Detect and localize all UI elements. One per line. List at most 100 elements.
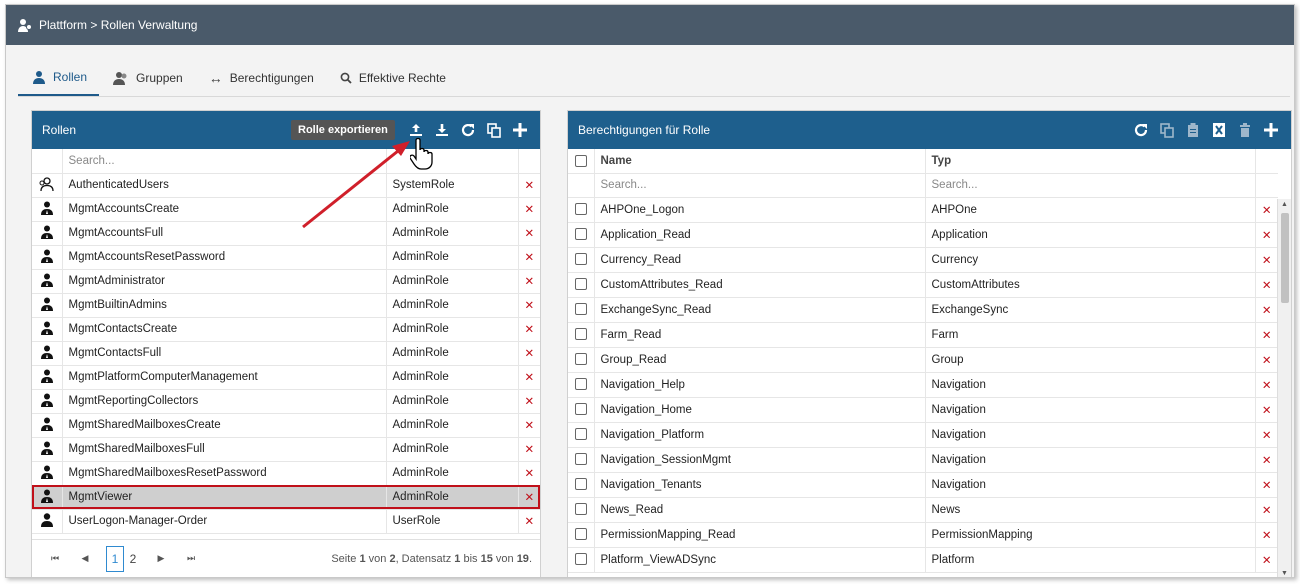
delete-permission-icon[interactable]: ✕ — [1255, 397, 1278, 423]
delete-role-icon[interactable]: ✕ — [518, 413, 540, 438]
delete-role-icon[interactable]: ✕ — [518, 317, 540, 342]
scrollbar-thumb[interactable] — [1281, 213, 1289, 303]
permission-row[interactable]: Group_Read Group ✕ — [568, 347, 1278, 373]
perm-name-search-input[interactable]: Search... — [594, 173, 926, 198]
delete-role-icon[interactable]: ✕ — [518, 173, 540, 198]
row-checkbox[interactable] — [574, 453, 587, 466]
row-checkbox[interactable] — [574, 428, 587, 441]
row-checkbox[interactable] — [574, 328, 587, 341]
tab-berechtigungen[interactable]: ↔ Berechtigungen — [195, 59, 326, 96]
row-checkbox[interactable] — [574, 528, 587, 541]
delete-role-icon[interactable]: ✕ — [518, 509, 540, 534]
role-row[interactable]: MgmtSharedMailboxesCreate AdminRole ✕ — [32, 413, 540, 438]
delete-role-icon[interactable]: ✕ — [518, 461, 540, 486]
delete-permission-icon[interactable]: ✕ — [1255, 297, 1278, 323]
delete-role-icon[interactable]: ✕ — [518, 365, 540, 390]
delete-permission-icon[interactable]: ✕ — [1255, 322, 1278, 348]
perm-copy-button[interactable] — [1157, 120, 1177, 140]
select-all-checkbox[interactable] — [574, 154, 587, 167]
role-row[interactable]: MgmtAdministrator AdminRole ✕ — [32, 269, 540, 294]
delete-role-icon[interactable]: ✕ — [518, 389, 540, 414]
scroll-down-icon[interactable]: ▼ — [1281, 570, 1288, 577]
permission-row[interactable]: Navigation_SessionMgmt Navigation ✕ — [568, 447, 1278, 473]
row-checkbox[interactable] — [574, 403, 587, 416]
row-checkbox[interactable] — [574, 203, 587, 216]
perm-type-search-input[interactable]: Search... — [925, 173, 1256, 198]
delete-permission-icon[interactable]: ✕ — [1255, 222, 1278, 248]
delete-permission-icon[interactable]: ✕ — [1255, 197, 1278, 223]
delete-role-icon[interactable]: ✕ — [518, 485, 540, 510]
permission-row[interactable]: AHPOne_Logon AHPOne ✕ — [568, 197, 1278, 223]
column-name-header[interactable]: Name — [594, 149, 926, 174]
permission-row[interactable]: CustomAttributes_Read CustomAttributes ✕ — [568, 272, 1278, 298]
delete-permission-icon[interactable]: ✕ — [1255, 547, 1278, 573]
role-row[interactable]: MgmtSharedMailboxesResetPassword AdminRol… — [32, 461, 540, 486]
permission-row[interactable]: PermissionMapping_Read PermissionMapping ✕ — [568, 522, 1278, 548]
perm-add-button[interactable] — [1261, 120, 1281, 140]
delete-role-icon[interactable]: ✕ — [518, 221, 540, 246]
permission-row[interactable]: News_Read News ✕ — [568, 497, 1278, 523]
copy-button[interactable] — [484, 120, 504, 140]
role-row[interactable]: MgmtViewer AdminRole ✕ — [32, 485, 540, 510]
first-page-icon[interactable]: ⏮ — [44, 553, 66, 564]
row-checkbox[interactable] — [574, 353, 587, 366]
role-search-input[interactable]: Search... — [62, 149, 387, 174]
delete-permission-icon[interactable]: ✕ — [1255, 247, 1278, 273]
delete-permission-icon[interactable]: ✕ — [1255, 372, 1278, 398]
permission-row[interactable]: Platform_ViewADSync Platform ✕ — [568, 547, 1278, 573]
page-1-button[interactable]: 1 — [106, 545, 124, 572]
perm-refresh-button[interactable] — [1131, 120, 1151, 140]
delete-role-icon[interactable]: ✕ — [518, 245, 540, 270]
perm-delete-button[interactable] — [1235, 120, 1255, 140]
delete-role-icon[interactable]: ✕ — [518, 293, 540, 318]
delete-permission-icon[interactable]: ✕ — [1255, 422, 1278, 448]
tab-effektive-rechte[interactable]: Effektive Rechte — [326, 59, 458, 96]
delete-permission-icon[interactable]: ✕ — [1255, 522, 1278, 548]
delete-permission-icon[interactable]: ✕ — [1255, 497, 1278, 523]
permission-row[interactable]: Navigation_Help Navigation ✕ — [568, 372, 1278, 398]
role-row[interactable]: MgmtContactsCreate AdminRole ✕ — [32, 317, 540, 342]
delete-role-icon[interactable]: ✕ — [518, 341, 540, 366]
permission-row[interactable]: Application_Read Application ✕ — [568, 222, 1278, 248]
role-row[interactable]: MgmtAccountsResetPassword AdminRole ✕ — [32, 245, 540, 270]
permission-row[interactable]: ExchangeSync_Read ExchangeSync ✕ — [568, 297, 1278, 323]
delete-role-icon[interactable]: ✕ — [518, 197, 540, 222]
tab-rollen[interactable]: Rollen — [18, 59, 100, 96]
row-checkbox[interactable] — [574, 253, 587, 266]
role-row[interactable]: MgmtReportingCollectors AdminRole ✕ — [32, 389, 540, 414]
scroll-up-icon[interactable]: ▲ — [1281, 201, 1288, 208]
add-role-button[interactable] — [510, 120, 530, 140]
row-checkbox[interactable] — [574, 278, 587, 291]
delete-permission-icon[interactable]: ✕ — [1255, 447, 1278, 473]
role-row[interactable]: UserLogon-Manager-Order UserRole ✕ — [32, 509, 540, 534]
row-checkbox[interactable] — [574, 228, 587, 241]
next-page-icon[interactable]: ▶ — [150, 553, 172, 564]
row-checkbox[interactable] — [574, 478, 587, 491]
role-row[interactable]: MgmtBuiltinAdmins AdminRole ✕ — [32, 293, 540, 318]
row-checkbox[interactable] — [574, 378, 587, 391]
permission-row[interactable]: Farm_Read Farm ✕ — [568, 322, 1278, 348]
tab-gruppen[interactable]: Gruppen — [99, 59, 195, 96]
page-2-button[interactable]: 2 — [124, 546, 142, 572]
perm-paste-button[interactable] — [1183, 120, 1203, 140]
role-row[interactable]: MgmtSharedMailboxesFull AdminRole ✕ — [32, 437, 540, 462]
row-checkbox[interactable] — [574, 503, 587, 516]
row-checkbox[interactable] — [574, 553, 587, 566]
column-type-header[interactable]: Typ — [925, 149, 1256, 174]
delete-role-icon[interactable]: ✕ — [518, 269, 540, 294]
role-row[interactable]: AuthenticatedUsers SystemRole ✕ — [32, 173, 540, 198]
delete-permission-icon[interactable]: ✕ — [1255, 272, 1278, 298]
refresh-button[interactable] — [458, 120, 478, 140]
delete-permission-icon[interactable]: ✕ — [1255, 472, 1278, 498]
permission-row[interactable]: Navigation_Tenants Navigation ✕ — [568, 472, 1278, 498]
row-checkbox[interactable] — [574, 303, 587, 316]
permissions-scrollbar[interactable]: ▲ ▼ — [1277, 199, 1291, 577]
role-row[interactable]: MgmtPlatformComputerManagement AdminRole ✕ — [32, 365, 540, 390]
delete-role-icon[interactable]: ✕ — [518, 437, 540, 462]
permission-row[interactable]: Navigation_Platform Navigation ✕ — [568, 422, 1278, 448]
last-page-icon[interactable]: ⏭ — [180, 553, 202, 564]
delete-permission-icon[interactable]: ✕ — [1255, 347, 1278, 373]
role-row[interactable]: MgmtAccountsCreate AdminRole ✕ — [32, 197, 540, 222]
permission-row[interactable]: Currency_Read Currency ✕ — [568, 247, 1278, 273]
permission-row[interactable]: Navigation_Home Navigation ✕ — [568, 397, 1278, 423]
